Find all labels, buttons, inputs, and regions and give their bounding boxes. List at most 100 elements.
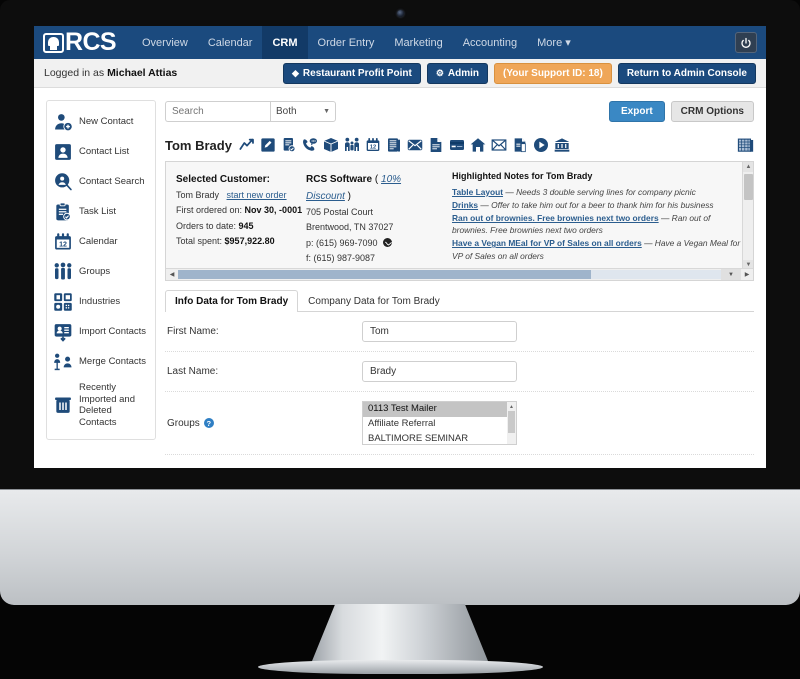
groups-label: Groups ? bbox=[167, 418, 362, 429]
sidebar-item-contact-search[interactable]: Contact Search bbox=[47, 167, 155, 197]
company-row: RCS Software ( 10% Discount ) bbox=[306, 174, 402, 202]
orders-to-date-row: Orders to date: 945 bbox=[176, 219, 306, 234]
customer-address-column: RCS Software ( 10% Discount ) 705 Postal… bbox=[306, 171, 446, 267]
data-tabs: Info Data for Tom Brady Company Data for… bbox=[165, 289, 754, 312]
envelope-icon[interactable] bbox=[491, 137, 507, 153]
sidebar-item-industries[interactable]: Industries bbox=[47, 287, 155, 317]
tab-company-data[interactable]: Company Data for Tom Brady bbox=[298, 290, 450, 312]
nav-item-crm[interactable]: CRM bbox=[262, 26, 308, 59]
power-icon[interactable] bbox=[735, 32, 757, 53]
note-item: Drinks — Offer to take him out for a bee… bbox=[452, 199, 743, 212]
credit-card-icon[interactable] bbox=[449, 137, 465, 153]
groups-scrollbar[interactable]: ▲ bbox=[507, 402, 516, 444]
play-circle-icon[interactable] bbox=[533, 137, 549, 153]
sidebar-item-recently-imported-deleted[interactable]: Recently Imported and Deleted Contacts bbox=[47, 377, 155, 433]
svg-text:12: 12 bbox=[370, 145, 376, 151]
note-title-link[interactable]: Table Layout bbox=[452, 187, 503, 197]
groups-listbox[interactable]: 0113 Test Mailer Affiliate Referral BALT… bbox=[362, 401, 517, 445]
top-navigation-bar: RCS Overview Calendar CRM Order Entry Ma… bbox=[34, 26, 766, 59]
help-icon[interactable]: ? bbox=[203, 418, 214, 428]
send-mail-icon[interactable] bbox=[407, 137, 423, 153]
groups-label-text: Groups bbox=[167, 417, 200, 429]
ledger-icon[interactable] bbox=[386, 137, 402, 153]
sidebar-item-label: Import Contacts bbox=[79, 326, 147, 338]
home-icon[interactable] bbox=[470, 137, 486, 153]
form-row-last-name: Last Name: bbox=[165, 352, 754, 392]
sidebar-item-import-contacts[interactable]: Import Contacts bbox=[47, 317, 155, 347]
scrollbar-thumb[interactable] bbox=[508, 411, 515, 433]
sidebar-item-groups[interactable]: Groups bbox=[47, 257, 155, 287]
nav-item-marketing[interactable]: Marketing bbox=[384, 26, 452, 59]
groups-option[interactable]: 0113 Test Mailer bbox=[363, 402, 516, 417]
people-meeting-icon[interactable] bbox=[344, 137, 360, 153]
company-name: RCS Software bbox=[306, 174, 373, 185]
nav-item-overview[interactable]: Overview bbox=[132, 26, 198, 59]
first-name-input[interactable] bbox=[362, 321, 517, 342]
scrollbar-thumb[interactable] bbox=[744, 174, 753, 200]
sidebar-item-new-contact[interactable]: New Contact bbox=[47, 107, 155, 137]
restaurant-profit-point-label: Restaurant Profit Point bbox=[302, 67, 412, 79]
customer-info-panel: Selected Customer: Tom Brady start new o… bbox=[165, 161, 754, 281]
compose-note-icon[interactable] bbox=[260, 137, 276, 153]
grid-report-icon[interactable] bbox=[737, 137, 754, 154]
invoice-check-icon[interactable] bbox=[281, 137, 297, 153]
gear-icon: ⚙ bbox=[435, 67, 444, 78]
form-row-first-name: First Name: bbox=[165, 312, 754, 352]
nav-item-calendar[interactable]: Calendar bbox=[198, 26, 263, 59]
last-name-label-text: Last Name: bbox=[167, 366, 219, 377]
scroll-right-icon[interactable]: ▶ bbox=[741, 269, 753, 281]
note-title-link[interactable]: Drinks bbox=[452, 200, 478, 210]
document-icon[interactable] bbox=[428, 137, 444, 153]
sidebar-item-contact-list[interactable]: Contact List bbox=[47, 137, 155, 167]
support-id-badge[interactable]: (Your Support ID: 18) bbox=[494, 62, 612, 84]
first-ordered-label: First ordered on: bbox=[176, 205, 243, 216]
call-phone-icon[interactable] bbox=[383, 237, 393, 247]
notes-icon[interactable] bbox=[512, 137, 528, 153]
scroll-handle-icon[interactable]: ▼ bbox=[721, 268, 741, 280]
groups-option[interactable]: BALTIMORE SEMINAR bbox=[363, 432, 516, 444]
hscroll-track[interactable] bbox=[178, 270, 721, 279]
sidebar-item-label: Contact Search bbox=[79, 176, 145, 188]
start-new-order-link[interactable]: start new order bbox=[227, 190, 287, 200]
hscroll-thumb[interactable] bbox=[178, 270, 591, 279]
trend-chart-icon[interactable] bbox=[239, 137, 255, 153]
crm-options-button[interactable]: CRM Options bbox=[670, 100, 754, 122]
app-logo[interactable]: RCS bbox=[43, 30, 117, 55]
crm-toolbar: Both ▼ Export CRM Options bbox=[165, 100, 754, 122]
return-to-admin-console-button[interactable]: Return to Admin Console bbox=[617, 62, 756, 84]
bank-icon[interactable] bbox=[554, 137, 570, 153]
admin-button[interactable]: ⚙ Admin bbox=[426, 62, 488, 84]
groups-option[interactable]: Affiliate Referral bbox=[363, 417, 516, 432]
notes-heading: Highlighted Notes for Tom Brady bbox=[452, 171, 593, 181]
export-button[interactable]: Export bbox=[609, 100, 665, 122]
last-name-input[interactable] bbox=[362, 361, 517, 382]
contact-icon-strip: 12 bbox=[239, 137, 570, 153]
scroll-left-icon[interactable]: ◀ bbox=[166, 269, 178, 281]
note-title-link[interactable]: Have a Vegan MEal for VP of Sales on all… bbox=[452, 238, 642, 248]
nav-item-order-entry[interactable]: Order Entry bbox=[308, 26, 385, 59]
search-scope-select[interactable]: Both ▼ bbox=[270, 100, 336, 122]
sidebar-item-calendar[interactable]: 12 Calendar bbox=[47, 227, 155, 257]
customer-summary-column: Selected Customer: Tom Brady start new o… bbox=[176, 171, 306, 267]
calendar-12-icon[interactable]: 12 bbox=[365, 137, 381, 153]
restaurant-profit-point-button[interactable]: ◆ Restaurant Profit Point bbox=[282, 62, 421, 84]
first-name-label: First Name: bbox=[167, 326, 219, 337]
note-title-link[interactable]: Ran out of brownies. Free brownies next … bbox=[452, 213, 659, 223]
info-horizontal-scrollbar[interactable]: ◀ ▼ ▶ bbox=[166, 268, 753, 280]
people-group-icon bbox=[53, 262, 73, 282]
sidebar-item-task-list[interactable]: Task List bbox=[47, 197, 155, 227]
nav-item-accounting[interactable]: Accounting bbox=[453, 26, 527, 59]
logged-in-user: Michael Attias bbox=[107, 67, 178, 79]
package-icon[interactable] bbox=[323, 137, 339, 153]
customer-info-columns: Selected Customer: Tom Brady start new o… bbox=[166, 162, 753, 267]
search-input[interactable] bbox=[165, 100, 270, 122]
notes-vertical-scrollbar[interactable]: ▲ ▼ bbox=[742, 162, 753, 270]
crm-main-panel: Both ▼ Export CRM Options Tom Brady bbox=[165, 100, 754, 468]
search-scope-value: Both bbox=[276, 105, 297, 117]
phone-chat-icon[interactable] bbox=[302, 137, 318, 153]
nav-item-more[interactable]: More ▾ bbox=[527, 26, 581, 59]
scroll-up-icon[interactable]: ▲ bbox=[507, 402, 516, 411]
scroll-up-icon[interactable]: ▲ bbox=[743, 162, 753, 172]
tab-info-data[interactable]: Info Data for Tom Brady bbox=[165, 290, 299, 312]
sidebar-item-merge-contacts[interactable]: Merge Contacts bbox=[47, 347, 155, 377]
